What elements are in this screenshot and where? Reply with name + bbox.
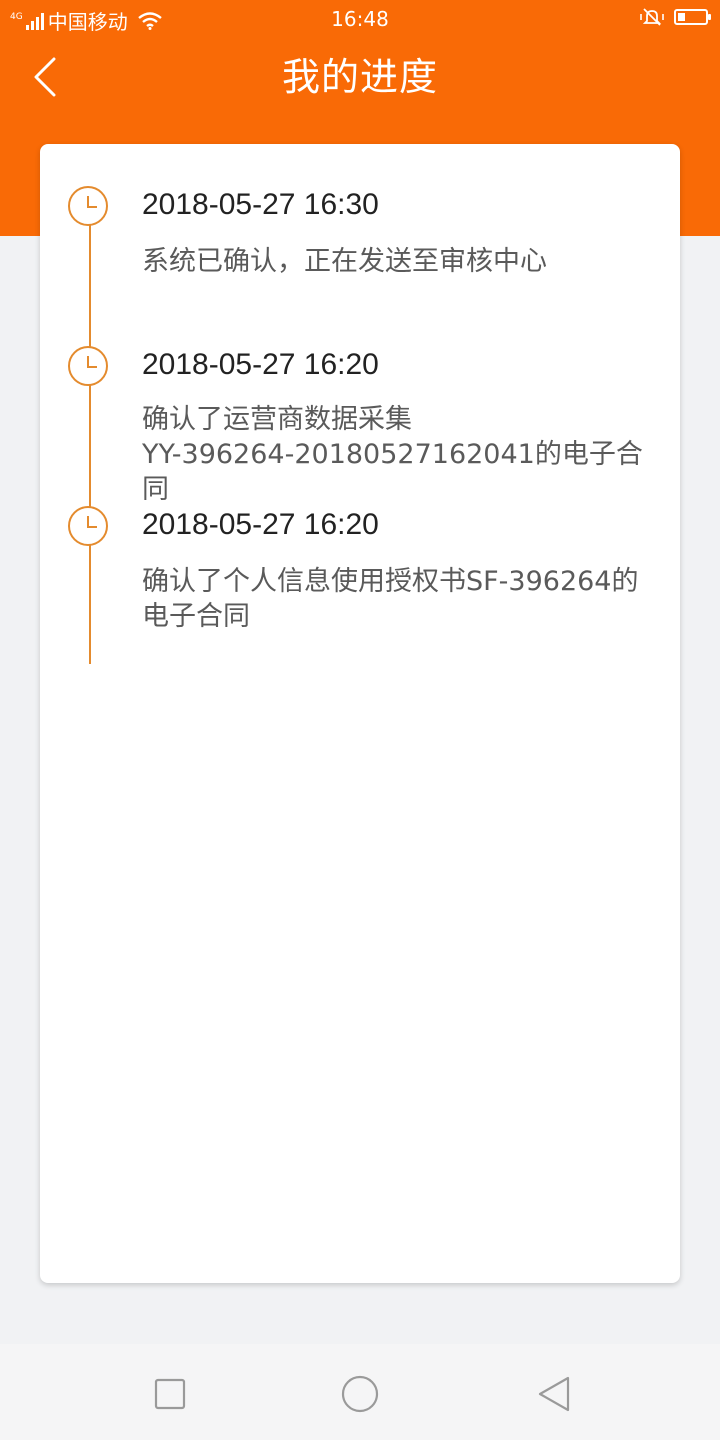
timeline-description: 确认了运营商数据采集 YY-396264-20180527162041的电子合同 bbox=[142, 402, 662, 507]
battery-icon bbox=[674, 9, 711, 25]
title-bar: 我的进度 bbox=[0, 38, 720, 118]
timeline-description: 确认了个人信息使用授权书SF-396264的 电子合同 bbox=[142, 564, 662, 634]
back-icon[interactable] bbox=[534, 1374, 574, 1414]
system-nav-bar bbox=[0, 1344, 720, 1440]
status-bar: 4G 中国移动 16:48 bbox=[0, 0, 720, 38]
progress-screen: 4G 中国移动 16:48 我的进度 2018-05-27 16:30 系统已确… bbox=[0, 0, 720, 1440]
progress-card: 2018-05-27 16:30 系统已确认，正在发送至审核中心 2018-05… bbox=[40, 144, 680, 1283]
timeline-time: 2018-05-27 16:20 bbox=[142, 508, 379, 541]
clock-icon bbox=[68, 186, 108, 226]
timeline-description-line: 系统已确认，正在发送至审核中心 bbox=[142, 246, 547, 277]
home-icon[interactable] bbox=[340, 1374, 380, 1414]
vibrate-mute-icon bbox=[640, 8, 664, 26]
status-right bbox=[640, 7, 711, 27]
timeline-line bbox=[89, 206, 91, 664]
clock-icon bbox=[68, 506, 108, 546]
timeline-description: 系统已确认，正在发送至审核中心 bbox=[142, 244, 662, 279]
timeline-description-line: 电子合同 bbox=[142, 601, 250, 632]
timeline-time: 2018-05-27 16:30 bbox=[142, 188, 379, 221]
page-title: 我的进度 bbox=[281, 55, 438, 99]
timeline-time: 2018-05-27 16:20 bbox=[142, 348, 379, 381]
battery-fill bbox=[678, 13, 685, 21]
timeline-description-line: YY-396264-20180527162041的电子合同 bbox=[142, 439, 643, 505]
timeline-description-line: 确认了运营商数据采集 bbox=[142, 404, 412, 435]
status-time: 16:48 bbox=[331, 7, 389, 31]
clock-icon bbox=[68, 346, 108, 386]
timeline-description-line: 确认了个人信息使用授权书SF-396264的 bbox=[142, 566, 639, 597]
recent-apps-icon[interactable] bbox=[150, 1374, 190, 1414]
